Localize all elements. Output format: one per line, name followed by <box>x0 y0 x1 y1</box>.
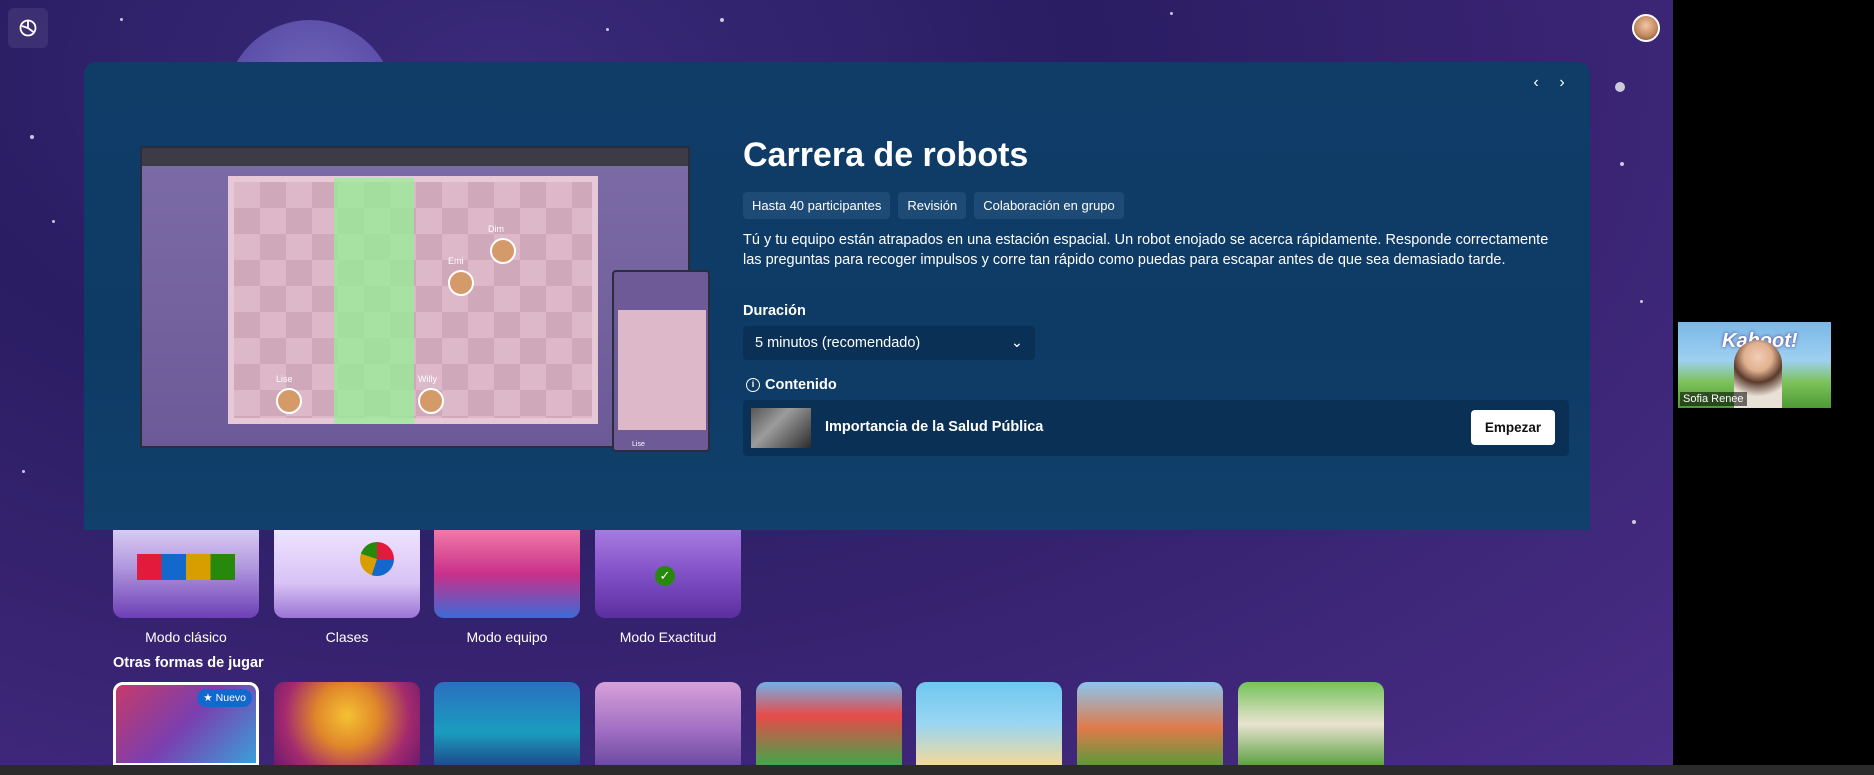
start-button[interactable]: Empezar <box>1471 410 1555 445</box>
preview-player <box>418 388 444 414</box>
star <box>22 470 25 473</box>
next-arrow-icon[interactable]: › <box>1554 74 1570 92</box>
mode-card-team[interactable] <box>434 530 580 618</box>
previous-arrow-icon[interactable]: ‹ <box>1528 74 1544 92</box>
star <box>120 18 123 21</box>
star <box>1640 300 1643 303</box>
game-card[interactable] <box>274 682 420 765</box>
preview-player-name: Emi <box>448 256 464 266</box>
mode-card-accuracy[interactable]: ✓ <box>595 530 741 618</box>
check-icon: ✓ <box>655 566 675 586</box>
preview-lane <box>334 178 414 424</box>
star <box>1170 12 1173 15</box>
preview-player <box>448 270 474 296</box>
game-card[interactable] <box>595 682 741 765</box>
classic-answer-grid <box>137 554 235 580</box>
pie-chart-icon <box>360 542 394 576</box>
game-title: Carrera de robots <box>743 136 1029 174</box>
mode-label[interactable]: Modo equipo <box>434 629 580 645</box>
mode-label[interactable]: Modo clásico <box>113 629 259 645</box>
kahoot-logo-icon[interactable] <box>8 8 48 48</box>
star <box>1615 82 1625 92</box>
star <box>30 135 34 139</box>
preview-phone: Lise <box>612 270 710 452</box>
participant-video-tile[interactable]: Kahoot! Sofia Renee <box>1678 322 1831 408</box>
user-avatar[interactable] <box>1632 14 1660 42</box>
tag-participants: Hasta 40 participantes <box>743 192 891 219</box>
game-preview-image: Dim Emi Lise Willy <box>140 146 690 448</box>
star <box>720 18 724 22</box>
duration-label: Duración <box>743 303 806 319</box>
content-thumbnail <box>751 408 811 448</box>
info-icon: i <box>746 378 760 392</box>
preview-window-bar <box>142 148 688 166</box>
new-badge-label: Nuevo <box>215 692 246 704</box>
preview-player-name: Dim <box>488 224 504 234</box>
preview-player <box>490 238 516 264</box>
other-ways-title: Otras formas de jugar <box>113 655 264 671</box>
star <box>1632 520 1636 524</box>
preview-player-name: Willy <box>418 374 437 384</box>
mode-card-classic[interactable] <box>113 530 259 618</box>
star <box>1620 162 1624 166</box>
preview-player <box>276 388 302 414</box>
new-badge: ★ Nuevo <box>197 689 252 707</box>
game-detail-panel: ‹ › Dim Emi Lise Willy Lise <box>84 62 1590 530</box>
duration-select[interactable]: 5 minutos (recomendado) ⌄ <box>743 326 1035 360</box>
game-card[interactable] <box>1077 682 1223 765</box>
game-card[interactable] <box>1238 682 1384 765</box>
star <box>52 220 55 223</box>
carousel-arrows: ‹ › <box>1528 74 1570 92</box>
content-heading: i Contenido <box>746 377 837 393</box>
preview-player-name: Lise <box>276 374 293 384</box>
game-card[interactable]: ★ Nuevo <box>113 682 259 765</box>
bottom-strip <box>0 765 1874 775</box>
chevron-down-icon: ⌄ <box>1010 335 1023 351</box>
game-card[interactable] <box>756 682 902 765</box>
phone-board <box>618 310 706 430</box>
content-label: Contenido <box>765 377 837 393</box>
content-row: Importancia de la Salud Pública Empezar <box>743 400 1569 456</box>
content-title: Importancia de la Salud Pública <box>825 419 1044 435</box>
star <box>606 28 609 31</box>
duration-value: 5 minutos (recomendado) <box>755 335 921 351</box>
participant-name: Sofia Renee <box>1680 392 1747 406</box>
game-card[interactable] <box>916 682 1062 765</box>
phone-player-name: Lise <box>632 441 645 448</box>
tag-collaboration: Colaboración en grupo <box>974 192 1124 219</box>
game-card[interactable] <box>434 682 580 765</box>
mode-label[interactable]: Clases <box>274 629 420 645</box>
mode-card-classes[interactable] <box>274 530 420 618</box>
game-tags: Hasta 40 participantes Revisión Colabora… <box>743 192 1124 219</box>
kahoot-stage: ‹ › Dim Emi Lise Willy Lise Carrera de r… <box>0 0 1673 765</box>
tag-review: Revisión <box>898 192 967 219</box>
game-description: Tú y tu equipo están atrapados en una es… <box>743 232 1549 268</box>
mode-label[interactable]: Modo Exactitud <box>595 629 741 645</box>
